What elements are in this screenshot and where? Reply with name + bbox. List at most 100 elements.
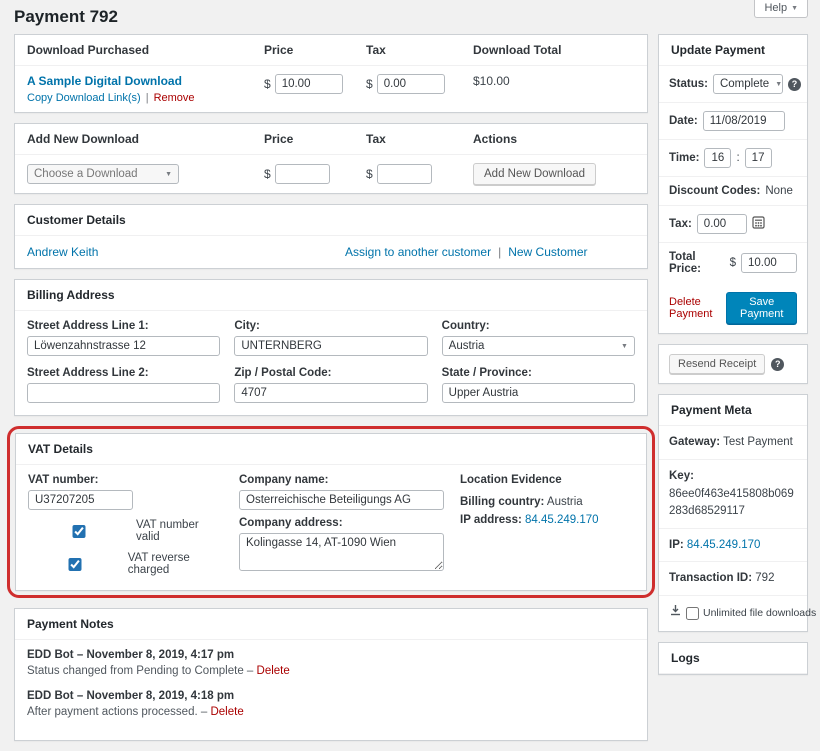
download-tax-input[interactable] [376, 74, 445, 94]
assign-customer-link[interactable]: Assign to another customer [345, 245, 491, 259]
download-purchased-panel: Download Purchased Price Tax Download To… [14, 34, 648, 113]
delete-payment-link[interactable]: Delete Payment [669, 296, 726, 320]
new-download-tax-input[interactable] [376, 164, 432, 184]
add-download-header: Add New Download Price Tax Actions [15, 124, 647, 155]
company-name-label: Company name: [239, 474, 329, 486]
calculator-icon[interactable] [752, 216, 765, 232]
state-label: State / Province: [441, 367, 532, 379]
copy-download-link[interactable]: Copy Download Link(s) [27, 92, 141, 104]
note-text: After payment actions processed. [27, 706, 198, 718]
vat-number-input[interactable] [28, 490, 133, 510]
help-button[interactable]: Help ▼ [754, 0, 808, 18]
update-payment-actions: Delete Payment Save Payment [659, 283, 807, 333]
sidebar: Update Payment Status: Complete ▼ ? Date… [658, 34, 816, 685]
pipe-separator: | [145, 92, 149, 104]
page-title: Payment 792 [14, 7, 118, 26]
gateway-label: Gateway: [669, 436, 721, 448]
customer-details-title: Customer Details [15, 205, 647, 236]
street1-input[interactable] [27, 336, 221, 356]
time-colon: : [736, 152, 740, 164]
note-date: November 8, 2019, 4:18 pm [86, 690, 235, 702]
note-date: November 8, 2019, 4:17 pm [86, 649, 235, 661]
city-input[interactable] [234, 336, 428, 356]
vat-valid-checkbox[interactable] [28, 524, 131, 538]
street2-input[interactable] [27, 383, 221, 403]
delete-note-link[interactable]: Delete [257, 665, 290, 677]
ip-link[interactable]: 84.45.249.170 [687, 539, 761, 551]
pipe-separator: | [498, 245, 502, 259]
key-value: 86ee0f463e415808b069283d68529117 [669, 488, 794, 518]
status-value: Complete [719, 78, 770, 90]
download-total-value: $10.00 [473, 74, 510, 88]
street1-label: Street Address Line 1: [27, 320, 149, 332]
billing-country-label: Billing country: [460, 496, 545, 508]
add-new-download-button[interactable]: Add New Download [473, 163, 597, 185]
currency-symbol: $ [729, 257, 736, 269]
col-actions: Actions [473, 132, 518, 146]
city-label: City: [234, 320, 260, 332]
status-label: Status: [669, 78, 708, 90]
date-label: Date: [669, 115, 698, 127]
customer-details-panel: Customer Details Andrew Keith Assign to … [14, 204, 648, 269]
tax-label: Tax: [669, 218, 692, 230]
tax-input[interactable] [696, 214, 747, 234]
zip-input[interactable] [234, 383, 428, 403]
note-text: Status changed from Pending to Complete [27, 665, 244, 677]
company-address-textarea[interactable]: Kolingasse 14, AT-1090 Wien [239, 533, 444, 571]
minute-input[interactable] [744, 148, 772, 168]
country-select[interactable]: Austria ▼ [441, 336, 635, 356]
hour-input[interactable] [704, 148, 732, 168]
main-column: Download Purchased Price Tax Download To… [7, 34, 655, 751]
company-name-input[interactable] [239, 490, 444, 510]
choose-download-select[interactable]: Choose a Download ▼ [27, 164, 179, 184]
dash-separator: – [76, 649, 84, 661]
vat-reverse-checkbox[interactable] [28, 557, 122, 571]
download-title-link[interactable]: A Sample Digital Download [27, 74, 182, 88]
download-price-input[interactable] [274, 74, 343, 94]
dash-separator: – [200, 706, 208, 718]
remove-download-link[interactable]: Remove [154, 92, 195, 104]
billing-address-title: Billing Address [15, 280, 647, 311]
col-tax: Tax [366, 43, 386, 57]
col-tax: Tax [366, 132, 386, 146]
dash-separator: – [246, 665, 254, 677]
key-label: Key: [669, 469, 694, 482]
resend-receipt-panel: Resend Receipt ? [658, 344, 808, 384]
new-customer-link[interactable]: New Customer [508, 245, 587, 259]
status-help-icon[interactable]: ? [787, 77, 801, 91]
payment-meta-panel: Payment Meta Gateway: Test Payment Key: … [658, 394, 816, 632]
download-purchased-header: Download Purchased Price Tax Download To… [15, 35, 647, 66]
unlimited-downloads-checkbox[interactable] [686, 606, 699, 620]
date-input[interactable] [702, 111, 785, 131]
payment-note: EDD Bot – November 8, 2019, 4:17 pm Stat… [27, 649, 635, 677]
col-add-new-download: Add New Download [27, 132, 139, 146]
add-new-download-panel: Add New Download Price Tax Actions Choos… [14, 123, 648, 194]
update-payment-panel: Update Payment Status: Complete ▼ ? Date… [658, 34, 808, 334]
country-value: Austria [448, 340, 485, 352]
delete-note-link[interactable]: Delete [210, 706, 243, 718]
col-price: Price [264, 43, 294, 57]
resend-receipt-button[interactable]: Resend Receipt [669, 354, 766, 374]
help-label: Help [764, 2, 788, 14]
total-price-label: Total Price: [669, 251, 701, 275]
vat-reverse-label: VAT reverse charged [127, 552, 190, 576]
choose-download-value: Choose a Download [34, 168, 138, 180]
status-select[interactable]: Complete ▼ [712, 74, 783, 94]
ip-address-label: IP address: [460, 514, 522, 526]
add-download-row: Choose a Download ▼ $ $ Add New Download [15, 155, 647, 193]
state-input[interactable] [441, 383, 635, 403]
note-author: EDD Bot [27, 649, 74, 661]
save-payment-button[interactable]: Save Payment [726, 292, 797, 324]
page-header: Payment 792 Help ▼ [14, 0, 808, 34]
resend-help-icon[interactable]: ? [771, 357, 785, 371]
transaction-id-label: Transaction ID: [669, 572, 753, 585]
download-row: A Sample Digital Download Copy Download … [15, 66, 647, 112]
new-download-price-input[interactable] [274, 164, 330, 184]
ip-address-link[interactable]: 84.45.249.170 [525, 514, 599, 526]
download-icon [669, 604, 682, 623]
transaction-id-value: 792 [755, 572, 775, 585]
customer-name-link[interactable]: Andrew Keith [27, 245, 98, 259]
ip-label: IP: [669, 538, 684, 551]
total-price-input[interactable] [741, 253, 797, 273]
street2-label: Street Address Line 2: [27, 367, 149, 379]
